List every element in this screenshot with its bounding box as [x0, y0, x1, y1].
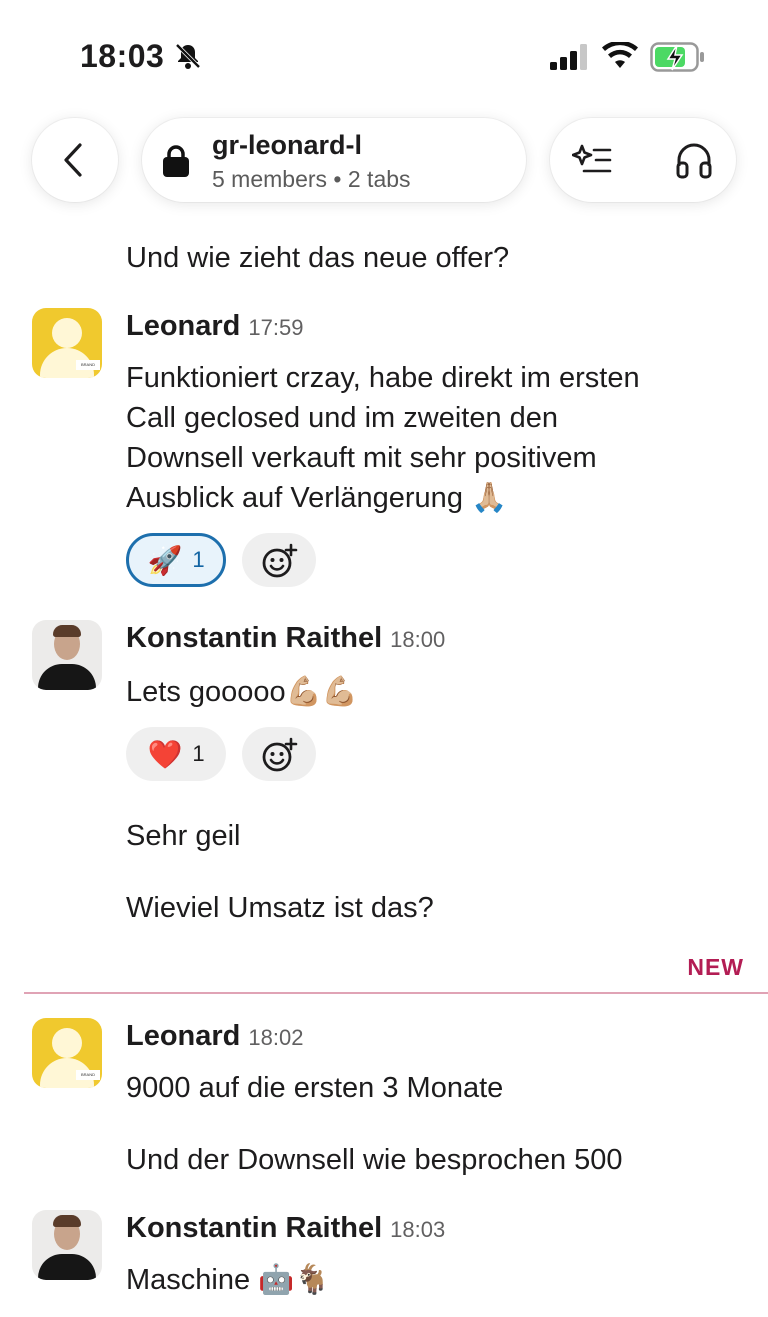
heart-icon: ❤️: [147, 737, 183, 771]
channel-meta: 5 members • 2 tabs: [212, 166, 411, 192]
status-bar: 18:03: [0, 0, 768, 110]
channel-name: gr-leonard-l: [212, 130, 363, 160]
message-text: Lets gooooo💪🏼💪🏼: [126, 676, 358, 708]
message-text: Und der Downsell wie besprochen 500: [126, 1144, 623, 1176]
rocket-icon: 🚀: [147, 543, 183, 577]
new-messages-divider: [24, 992, 768, 994]
message-timestamp: 17:59: [248, 315, 304, 340]
sender-name[interactable]: Leonard: [126, 1020, 240, 1052]
add-reaction-button[interactable]: [242, 533, 316, 587]
add-emoji-icon: [262, 543, 298, 578]
avatar[interactable]: BRAND: [32, 308, 102, 378]
message-timestamp: 18:02: [248, 1025, 304, 1050]
message-text: Sehr geil: [126, 820, 241, 852]
cellular-signal-icon: [550, 44, 587, 70]
sender-name[interactable]: Konstantin Raithel: [126, 1212, 382, 1244]
battery-charging-icon: [650, 42, 704, 72]
channel-info-button[interactable]: gr-leonard-l 5 members • 2 tabs: [142, 118, 526, 202]
message-text: Wieviel Umsatz ist das?: [126, 892, 434, 924]
new-messages-label: NEW: [687, 954, 744, 980]
message-timestamp: 18:03: [390, 1217, 446, 1242]
reaction-count: 1: [192, 741, 205, 766]
message-timestamp: 18:00: [390, 627, 446, 652]
reaction-rocket[interactable]: 🚀 1: [126, 533, 226, 587]
message-sender[interactable]: Konstantin Raithel 18:03: [126, 1212, 445, 1245]
message-sender[interactable]: Konstantin Raithel 18:00: [126, 622, 445, 655]
back-button[interactable]: [32, 118, 118, 202]
reaction-count: 1: [192, 547, 205, 572]
wifi-icon: [602, 42, 638, 68]
add-reaction-button[interactable]: [242, 727, 316, 781]
avatar[interactable]: BRAND: [32, 1018, 102, 1088]
message-text-line: Funktioniert crzay, habe direkt im erste…: [126, 362, 640, 394]
lock-icon: [163, 145, 189, 177]
message-text-line: Call geclosed und im zweiten den: [126, 402, 559, 434]
header-actions: [550, 118, 736, 202]
message-text: 9000 auf die ersten 3 Monate: [126, 1072, 504, 1104]
message-text: Maschine 🤖🐐: [126, 1264, 331, 1296]
sender-name[interactable]: Leonard: [126, 310, 240, 342]
chevron-left-icon: [64, 143, 82, 177]
message-sender[interactable]: Leonard 18:02: [126, 1020, 303, 1053]
avatar[interactable]: [32, 620, 102, 690]
reaction-heart[interactable]: ❤️ 1: [126, 727, 226, 781]
message-sender[interactable]: Leonard 17:59: [126, 310, 303, 343]
message-text-line: Downsell verkauft mit sehr positivem: [126, 442, 597, 474]
avatar[interactable]: [32, 1210, 102, 1280]
clock: 18:03: [80, 38, 165, 74]
sparkle-list-icon[interactable]: [572, 142, 612, 178]
sender-name[interactable]: Konstantin Raithel: [126, 622, 382, 654]
bell-slash-icon: [175, 43, 201, 69]
message-text: Und wie zieht das neue offer?: [126, 242, 510, 274]
message-text-line: Ausblick auf Verlängerung 🙏🏼: [126, 482, 508, 514]
headphones-icon[interactable]: [674, 140, 714, 180]
add-emoji-icon: [262, 737, 298, 772]
channel-header: gr-leonard-l 5 members • 2 tabs: [0, 110, 768, 230]
